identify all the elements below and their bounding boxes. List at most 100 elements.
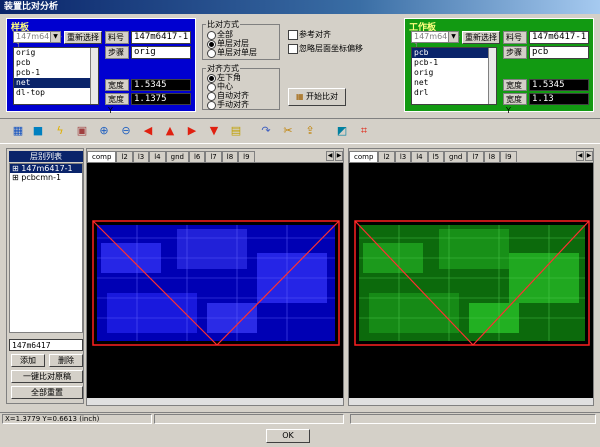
sample-ymin-value: 1.1375 [131,93,191,105]
work-step-item[interactable]: net [412,78,496,88]
layer-tab[interactable]: gnd [444,151,468,162]
align-mode-radio-3[interactable]: 手动对齐 [207,101,249,110]
layer-tab[interactable]: comp [87,151,117,162]
arrow-up-icon[interactable]: ▲ [162,123,178,139]
toolbar: ▦ ■ ϟ ▣ ⊕ ⊖ ◀ ▲ ▶ ▼ ▤ ↷ ✂ ⇪ ◩ ⌗ [0,118,600,144]
sample-name-value: 147m6417-1 [131,31,191,44]
zoom-in-icon[interactable]: ⊕ [96,123,112,139]
layer-list-item[interactable]: ⊞ pcbcmn-1 [10,173,82,182]
work-step-value: pcb [529,46,589,59]
sample-job-combo[interactable]: 147m6417-1 ▼ [13,31,62,51]
sample-group: 样板 147m6417-1 ▼ 重新选择 origpcbpcb-1netdl-t… [6,18,196,115]
sample-ymin-label: 宽度Y [105,93,129,115]
work-step-item[interactable]: pcb [412,48,496,58]
sample-select-button[interactable]: 重新选择 [64,31,102,44]
sample-xmin-label: 宽度X [105,79,129,101]
sample-xmin-value: 1.5345 [131,79,191,91]
crop-icon[interactable]: ⌗ [356,123,372,139]
sample-step-item[interactable]: pcb-1 [14,68,98,78]
compare-mode-radio-0[interactable]: 全部 [207,31,233,40]
work-job-combo[interactable]: 147m6417-1 ▼ [411,31,460,51]
add-button[interactable]: 添加 [11,354,45,367]
select-icon[interactable]: ◩ [334,123,350,139]
align-mode-radio-1[interactable]: 中心 [207,83,233,92]
sample-list-scrollbar[interactable] [90,48,98,104]
align-mode-radio-0[interactable]: 左下角 [207,74,241,83]
tab-scroll-right-icon[interactable]: ▶ [585,151,593,161]
lightning-icon[interactable]: ϟ [52,123,68,139]
layer-tab[interactable]: l9 [238,151,255,162]
layer-tab[interactable]: comp [349,151,379,162]
match-original-button[interactable]: 一键比对原稿 [11,370,83,383]
sample-step-list[interactable]: orig pcb pcb-1 net dl-top [13,47,99,105]
tab-scroll-right-icon[interactable]: ▶ [335,151,343,161]
layer-tab[interactable]: l3 [394,151,412,162]
layer-tab[interactable]: l2 [116,151,133,162]
work-step-item[interactable]: pcb-1 [412,58,496,68]
sample-viewer-scrollbar[interactable] [87,398,343,405]
sample-step-item[interactable]: net [14,78,98,88]
layer-tab[interactable]: l4 [149,151,166,162]
arrow-right-icon[interactable]: ▶ [184,123,200,139]
layer-tab[interactable]: l6 [188,151,206,162]
work-step-label: 步骤 [503,46,527,59]
delete-button[interactable]: 删除 [49,354,83,367]
work-step-item[interactable]: drl [412,88,496,98]
layer-tab[interactable]: l2 [378,151,395,162]
grid-icon[interactable]: ▦ [10,123,26,139]
layer-panel-title: 层别列表 [9,151,83,162]
reset-all-button[interactable]: 全部重置 [11,386,83,399]
align-mode-radio-2[interactable]: 自动对齐 [207,92,249,101]
layer-tab[interactable]: gnd [165,151,189,162]
layer-tab[interactable]: l7 [205,151,222,162]
layer-tab[interactable]: l7 [467,151,484,162]
work-board-canvas [354,220,590,346]
tab-scroll-left-icon[interactable]: ◀ [576,151,584,161]
work-step-item[interactable]: orig [412,68,496,78]
layer-list[interactable]: ⊞ 147m6417-1 ⊞ pcbcmn-1 [9,163,83,333]
zoom-out-icon[interactable]: ⊖ [118,123,134,139]
work-list-scrollbar[interactable] [488,48,496,104]
layer-tab[interactable]: l4 [411,151,428,162]
redo-icon[interactable]: ↷ [258,123,274,139]
layer-tab[interactable]: l8 [221,151,239,162]
arrow-down-icon[interactable]: ▼ [206,123,222,139]
sample-step-item[interactable]: pcb [14,58,98,68]
work-step-list[interactable]: pcb pcb-1 orig net drl [411,47,497,105]
layer-tab[interactable]: l9 [500,151,517,162]
sample-viewer[interactable]: comp l2 l3 l4 gnd l6 l7 l8 l9 ◀ ▶ [86,148,344,406]
fit-icon[interactable]: ▣ [74,123,90,139]
sample-board-canvas [92,220,340,346]
compare-mode-radio-1[interactable]: 单层对层 [207,40,249,49]
sample-step-item[interactable]: dl-top [14,88,98,98]
tab-scroll-left-icon[interactable]: ◀ [326,151,334,161]
work-viewer[interactable]: comp l2 l3 l4 l5 gnd l7 l8 l9 ◀ ▶ [348,148,594,406]
layer-tab[interactable]: l8 [483,151,501,162]
status-coordinates: X=1.3779 Y=0.6613 (inch) [2,414,152,424]
status-right [350,414,596,424]
start-compare-button[interactable]: ▦ 开始比对 [288,88,346,106]
layer-icon[interactable]: ■ [30,123,46,139]
ok-button[interactable]: OK [266,429,310,443]
table-icon[interactable]: ▤ [228,123,244,139]
sample-step-label: 步骤 [105,46,129,59]
work-group: 工作板 147m6417-1 ▼ 重新选择 pcbpcb-1orignetdrl… [404,18,594,115]
align-mode-group: 对齐方式 左下角 中心 自动对齐 手动对齐 [202,63,280,110]
cut-icon[interactable]: ✂ [280,123,296,139]
work-name-label: 料号 [503,31,527,44]
status-middle [154,414,344,424]
compare-mode-radio-2[interactable]: 单层对单层 [207,49,257,58]
reference-align-checkbox[interactable]: 参考对齐 [288,30,331,40]
layer-tab[interactable]: l5 [427,151,445,162]
work-select-button[interactable]: 重新选择 [462,31,500,44]
sample-step-item[interactable]: orig [14,48,98,58]
layer-input[interactable]: 147m6417 [9,339,83,351]
compare-mode-title: 比对方式 [206,19,240,30]
arrow-left-icon[interactable]: ◀ [140,123,156,139]
work-xmin-value: 1.5345 [529,79,589,91]
layer-tab[interactable]: l3 [132,151,150,162]
layer-list-item[interactable]: ⊞ 147m6417-1 [10,164,82,173]
ignore-offset-checkbox[interactable]: 忽略层面坐标偏移 [288,44,363,54]
export-icon[interactable]: ⇪ [302,123,318,139]
work-viewer-scrollbar[interactable] [349,398,593,405]
